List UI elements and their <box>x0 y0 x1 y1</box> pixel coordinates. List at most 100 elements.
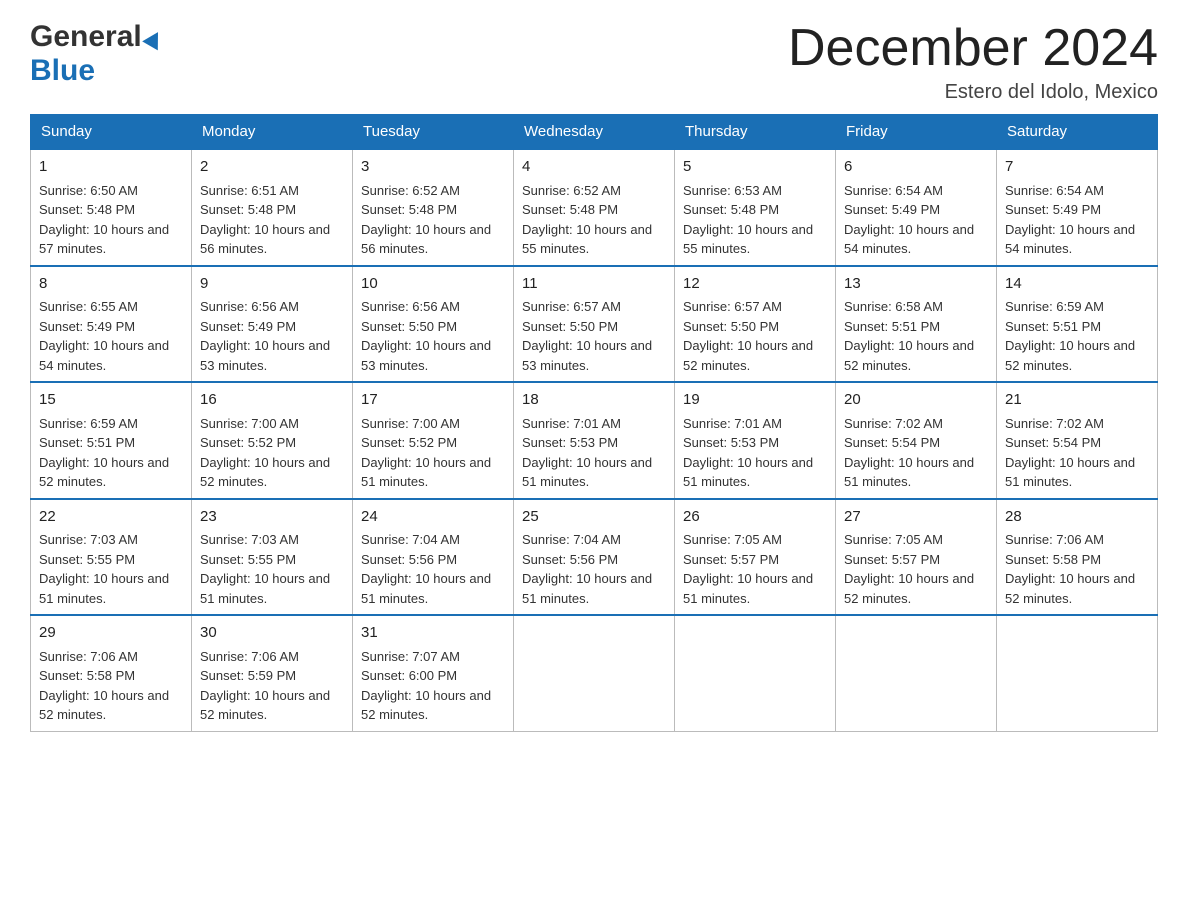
day-number: 10 <box>361 273 505 296</box>
day-info: Sunrise: 6:59 AMSunset: 5:51 PMDaylight:… <box>39 414 183 492</box>
day-info: Sunrise: 7:01 AMSunset: 5:53 PMDaylight:… <box>522 414 666 492</box>
calendar-day-cell: 25Sunrise: 7:04 AMSunset: 5:56 PMDayligh… <box>514 499 675 616</box>
calendar-day-cell: 11Sunrise: 6:57 AMSunset: 5:50 PMDayligh… <box>514 266 675 383</box>
day-number: 31 <box>361 622 505 645</box>
day-number: 30 <box>200 622 344 645</box>
day-number: 26 <box>683 506 827 529</box>
day-number: 17 <box>361 389 505 412</box>
calendar-day-cell: 15Sunrise: 6:59 AMSunset: 5:51 PMDayligh… <box>31 382 192 499</box>
day-number: 28 <box>1005 506 1149 529</box>
weekday-header-friday: Friday <box>836 115 997 150</box>
calendar-day-cell: 21Sunrise: 7:02 AMSunset: 5:54 PMDayligh… <box>997 382 1158 499</box>
day-number: 16 <box>200 389 344 412</box>
day-info: Sunrise: 6:57 AMSunset: 5:50 PMDaylight:… <box>522 297 666 375</box>
day-number: 21 <box>1005 389 1149 412</box>
day-info: Sunrise: 6:50 AMSunset: 5:48 PMDaylight:… <box>39 181 183 259</box>
logo-blue-text: Blue <box>30 54 95 87</box>
weekday-header-saturday: Saturday <box>997 115 1158 150</box>
calendar-day-cell: 2Sunrise: 6:51 AMSunset: 5:48 PMDaylight… <box>192 149 353 266</box>
location-text: Estero del Idolo, Mexico <box>788 81 1158 104</box>
day-number: 11 <box>522 273 666 296</box>
calendar-day-cell: 20Sunrise: 7:02 AMSunset: 5:54 PMDayligh… <box>836 382 997 499</box>
day-number: 1 <box>39 156 183 179</box>
calendar-day-cell <box>997 615 1158 731</box>
calendar-day-cell: 7Sunrise: 6:54 AMSunset: 5:49 PMDaylight… <box>997 149 1158 266</box>
calendar-day-cell: 10Sunrise: 6:56 AMSunset: 5:50 PMDayligh… <box>353 266 514 383</box>
day-info: Sunrise: 6:52 AMSunset: 5:48 PMDaylight:… <box>522 181 666 259</box>
weekday-header-monday: Monday <box>192 115 353 150</box>
calendar-day-cell: 29Sunrise: 7:06 AMSunset: 5:58 PMDayligh… <box>31 615 192 731</box>
calendar-day-cell <box>514 615 675 731</box>
weekday-header-wednesday: Wednesday <box>514 115 675 150</box>
calendar-day-cell: 13Sunrise: 6:58 AMSunset: 5:51 PMDayligh… <box>836 266 997 383</box>
day-number: 3 <box>361 156 505 179</box>
calendar-day-cell: 4Sunrise: 6:52 AMSunset: 5:48 PMDaylight… <box>514 149 675 266</box>
day-info: Sunrise: 6:51 AMSunset: 5:48 PMDaylight:… <box>200 181 344 259</box>
day-info: Sunrise: 7:04 AMSunset: 5:56 PMDaylight:… <box>522 530 666 608</box>
day-info: Sunrise: 7:05 AMSunset: 5:57 PMDaylight:… <box>844 530 988 608</box>
calendar-week-row: 22Sunrise: 7:03 AMSunset: 5:55 PMDayligh… <box>31 499 1158 616</box>
day-number: 20 <box>844 389 988 412</box>
day-number: 5 <box>683 156 827 179</box>
calendar-day-cell: 9Sunrise: 6:56 AMSunset: 5:49 PMDaylight… <box>192 266 353 383</box>
day-number: 14 <box>1005 273 1149 296</box>
calendar-day-cell: 8Sunrise: 6:55 AMSunset: 5:49 PMDaylight… <box>31 266 192 383</box>
day-number: 25 <box>522 506 666 529</box>
day-number: 24 <box>361 506 505 529</box>
logo-triangle-icon <box>142 28 166 51</box>
day-number: 6 <box>844 156 988 179</box>
day-info: Sunrise: 7:06 AMSunset: 5:58 PMDaylight:… <box>1005 530 1149 608</box>
weekday-header-tuesday: Tuesday <box>353 115 514 150</box>
day-info: Sunrise: 7:06 AMSunset: 5:58 PMDaylight:… <box>39 647 183 725</box>
page-header: General Blue December 2024 Estero del Id… <box>30 20 1158 104</box>
calendar-day-cell: 28Sunrise: 7:06 AMSunset: 5:58 PMDayligh… <box>997 499 1158 616</box>
day-info: Sunrise: 7:06 AMSunset: 5:59 PMDaylight:… <box>200 647 344 725</box>
day-number: 8 <box>39 273 183 296</box>
calendar-day-cell: 24Sunrise: 7:04 AMSunset: 5:56 PMDayligh… <box>353 499 514 616</box>
calendar-day-cell: 3Sunrise: 6:52 AMSunset: 5:48 PMDaylight… <box>353 149 514 266</box>
weekday-header-row: SundayMondayTuesdayWednesdayThursdayFrid… <box>31 115 1158 150</box>
day-info: Sunrise: 7:02 AMSunset: 5:54 PMDaylight:… <box>1005 414 1149 492</box>
day-info: Sunrise: 6:58 AMSunset: 5:51 PMDaylight:… <box>844 297 988 375</box>
calendar-day-cell: 12Sunrise: 6:57 AMSunset: 5:50 PMDayligh… <box>675 266 836 383</box>
day-number: 13 <box>844 273 988 296</box>
calendar-week-row: 15Sunrise: 6:59 AMSunset: 5:51 PMDayligh… <box>31 382 1158 499</box>
day-number: 29 <box>39 622 183 645</box>
day-number: 2 <box>200 156 344 179</box>
day-info: Sunrise: 6:52 AMSunset: 5:48 PMDaylight:… <box>361 181 505 259</box>
day-number: 18 <box>522 389 666 412</box>
weekday-header-sunday: Sunday <box>31 115 192 150</box>
calendar-day-cell: 14Sunrise: 6:59 AMSunset: 5:51 PMDayligh… <box>997 266 1158 383</box>
day-number: 9 <box>200 273 344 296</box>
day-info: Sunrise: 6:57 AMSunset: 5:50 PMDaylight:… <box>683 297 827 375</box>
day-number: 15 <box>39 389 183 412</box>
calendar-day-cell: 31Sunrise: 7:07 AMSunset: 6:00 PMDayligh… <box>353 615 514 731</box>
day-number: 7 <box>1005 156 1149 179</box>
calendar-day-cell: 26Sunrise: 7:05 AMSunset: 5:57 PMDayligh… <box>675 499 836 616</box>
calendar-day-cell: 19Sunrise: 7:01 AMSunset: 5:53 PMDayligh… <box>675 382 836 499</box>
day-info: Sunrise: 7:03 AMSunset: 5:55 PMDaylight:… <box>200 530 344 608</box>
day-info: Sunrise: 6:54 AMSunset: 5:49 PMDaylight:… <box>844 181 988 259</box>
calendar-day-cell: 6Sunrise: 6:54 AMSunset: 5:49 PMDaylight… <box>836 149 997 266</box>
calendar-day-cell: 30Sunrise: 7:06 AMSunset: 5:59 PMDayligh… <box>192 615 353 731</box>
day-info: Sunrise: 7:02 AMSunset: 5:54 PMDaylight:… <box>844 414 988 492</box>
title-section: December 2024 Estero del Idolo, Mexico <box>788 20 1158 104</box>
day-info: Sunrise: 6:53 AMSunset: 5:48 PMDaylight:… <box>683 181 827 259</box>
day-info: Sunrise: 6:54 AMSunset: 5:49 PMDaylight:… <box>1005 181 1149 259</box>
day-number: 12 <box>683 273 827 296</box>
calendar-table: SundayMondayTuesdayWednesdayThursdayFrid… <box>30 114 1158 732</box>
logo-general-text: General <box>30 20 142 54</box>
calendar-day-cell <box>675 615 836 731</box>
day-info: Sunrise: 6:56 AMSunset: 5:50 PMDaylight:… <box>361 297 505 375</box>
weekday-header-thursday: Thursday <box>675 115 836 150</box>
day-info: Sunrise: 7:00 AMSunset: 5:52 PMDaylight:… <box>200 414 344 492</box>
day-info: Sunrise: 7:07 AMSunset: 6:00 PMDaylight:… <box>361 647 505 725</box>
logo: General Blue <box>30 20 163 88</box>
calendar-day-cell: 5Sunrise: 6:53 AMSunset: 5:48 PMDaylight… <box>675 149 836 266</box>
calendar-week-row: 8Sunrise: 6:55 AMSunset: 5:49 PMDaylight… <box>31 266 1158 383</box>
day-info: Sunrise: 7:04 AMSunset: 5:56 PMDaylight:… <box>361 530 505 608</box>
calendar-day-cell: 17Sunrise: 7:00 AMSunset: 5:52 PMDayligh… <box>353 382 514 499</box>
day-info: Sunrise: 6:56 AMSunset: 5:49 PMDaylight:… <box>200 297 344 375</box>
calendar-day-cell <box>836 615 997 731</box>
calendar-day-cell: 1Sunrise: 6:50 AMSunset: 5:48 PMDaylight… <box>31 149 192 266</box>
